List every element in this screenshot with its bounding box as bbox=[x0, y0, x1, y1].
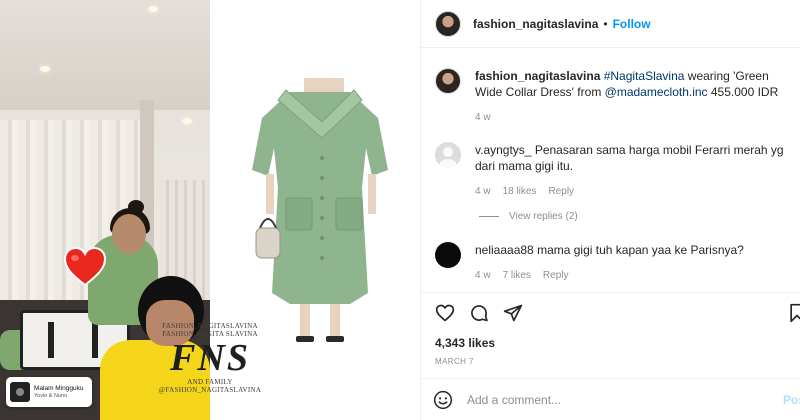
comment-text: mama gigi tuh kapan yaa ke Parisnya? bbox=[533, 243, 744, 257]
comment-time[interactable]: 4 w bbox=[475, 268, 491, 284]
album-art bbox=[10, 382, 30, 402]
caption-avatar[interactable] bbox=[435, 68, 461, 94]
music-title: Malam Mingguku bbox=[34, 385, 84, 393]
paper-plane-icon[interactable] bbox=[503, 303, 523, 323]
comment-username[interactable]: v.ayngtys_ bbox=[475, 143, 531, 157]
post-date[interactable]: MARCH 7 bbox=[435, 357, 474, 366]
emoji-smiley-icon[interactable] bbox=[433, 390, 453, 410]
comments-list[interactable]: fashion_nagitaslavina #NagitaSlavina wea… bbox=[421, 48, 800, 292]
watermark-line-3: AND FAMILY bbox=[187, 378, 233, 386]
comment-likes[interactable]: 7 likes bbox=[503, 268, 531, 284]
watermark-logo: FNS bbox=[170, 337, 250, 379]
watermark-line-1: FASHION_NAGITASLAVINA bbox=[162, 322, 258, 330]
caption: fashion_nagitaslavina #NagitaSlavina wea… bbox=[435, 68, 795, 126]
comment-item: neliaaaa88 mama gigi tuh kapan yaa ke Pa… bbox=[435, 242, 795, 284]
caption-text-2: 455.000 IDR bbox=[707, 85, 779, 99]
caption-hashtag[interactable]: #NagitaSlavina bbox=[604, 69, 685, 83]
replies-divider bbox=[479, 216, 499, 217]
separator-dot: • bbox=[603, 16, 608, 31]
heart-icon[interactable] bbox=[435, 303, 455, 323]
post-side-panel: fashion_nagitaslavina • Follow fashion_n… bbox=[420, 0, 800, 420]
comment-input[interactable] bbox=[467, 392, 767, 407]
header-username[interactable]: fashion_nagitaslavina bbox=[473, 17, 598, 31]
comment-username[interactable]: neliaaaa88 bbox=[475, 243, 534, 257]
music-sticker[interactable]: Malam Mingguku Yovie & Nuno bbox=[6, 377, 92, 407]
avatar[interactable] bbox=[435, 10, 461, 37]
bookmark-icon[interactable] bbox=[787, 303, 800, 323]
heart-sticker-icon bbox=[62, 244, 108, 290]
caption-time[interactable]: 4 w bbox=[475, 110, 491, 126]
comment-likes[interactable]: 18 likes bbox=[503, 184, 537, 200]
likes-count[interactable]: 4,343 likes bbox=[435, 336, 495, 350]
post-media[interactable]: Malam Mingguku Yovie & Nuno FASHION_NAGI… bbox=[0, 0, 420, 420]
product-dress-image bbox=[250, 78, 390, 348]
instagram-post-modal: Malam Mingguku Yovie & Nuno FASHION_NAGI… bbox=[0, 0, 800, 420]
default-avatar-icon[interactable] bbox=[435, 142, 461, 168]
view-replies-label: View replies (2) bbox=[509, 211, 578, 222]
music-artist: Yovie & Nuno bbox=[34, 392, 68, 399]
comment-bubble-icon[interactable] bbox=[469, 303, 489, 323]
action-bar bbox=[421, 292, 800, 332]
add-comment-bar: Post bbox=[421, 378, 800, 420]
follow-button[interactable]: Follow bbox=[613, 17, 651, 31]
reply-button[interactable]: Reply bbox=[548, 184, 574, 200]
watermark-line-4: @FASHION_NAGITASLAVINA bbox=[158, 386, 262, 394]
caption-mention[interactable]: @madamecloth.inc bbox=[605, 85, 708, 99]
watermark: FASHION_NAGITASLAVINA FASHION NAGITA SLA… bbox=[150, 322, 270, 394]
avatar[interactable] bbox=[435, 242, 461, 268]
caption-username[interactable]: fashion_nagitaslavina bbox=[475, 69, 600, 83]
comment-item: v.ayngtys_ Penasaran sama harga mobil Fe… bbox=[435, 142, 795, 200]
reply-button[interactable]: Reply bbox=[543, 268, 569, 284]
view-replies-button[interactable]: View replies (2) bbox=[479, 211, 578, 222]
post-header: fashion_nagitaslavina • Follow bbox=[421, 0, 800, 48]
comment-time[interactable]: 4 w bbox=[475, 184, 491, 200]
post-button[interactable]: Post bbox=[783, 393, 800, 407]
